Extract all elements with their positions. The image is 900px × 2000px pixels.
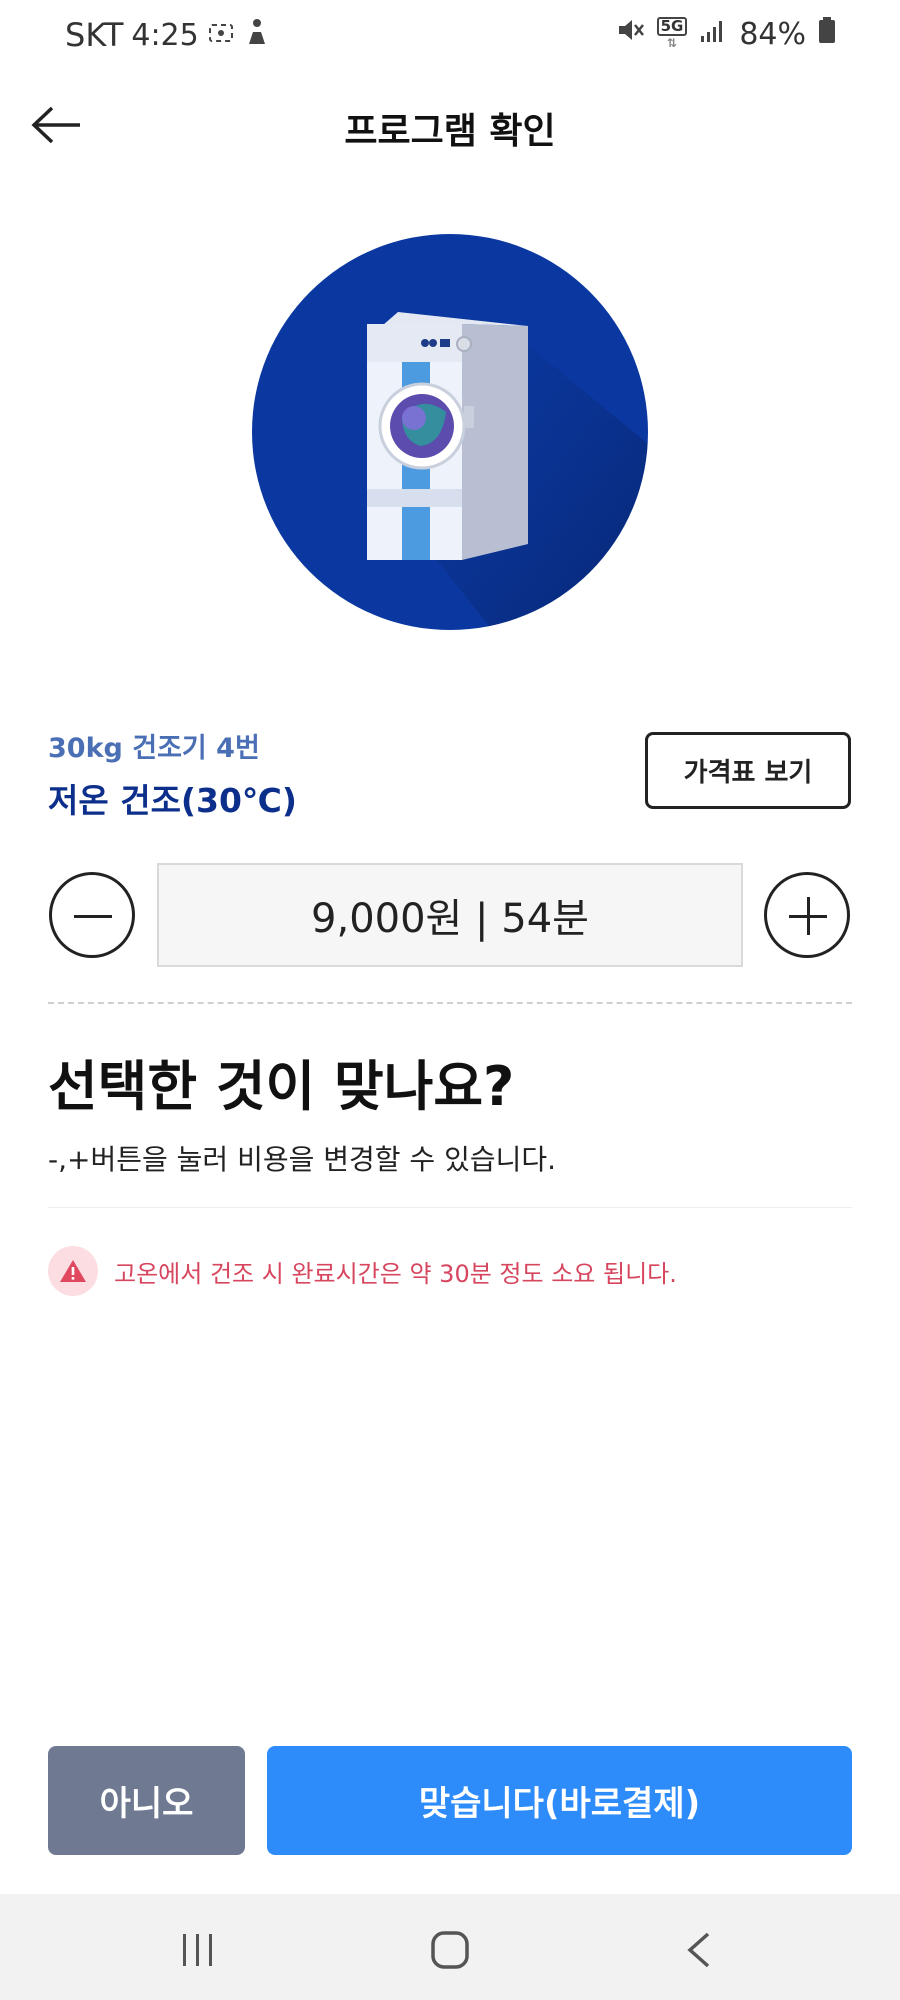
confirm-pay-button[interactable]: 맞습니다(바로결제) [267, 1746, 852, 1855]
dryer-illustration [367, 312, 648, 630]
clock: 4:25 [131, 17, 199, 53]
confirm-question: 선택한 것이 맞나요? [48, 1055, 515, 1118]
mute-icon [615, 16, 645, 52]
dashed-divider [48, 1002, 852, 1004]
battery-label: 84% [739, 16, 806, 52]
decrease-button[interactable] [49, 872, 135, 958]
recent-apps-icon[interactable] [178, 1932, 218, 1968]
status-bar: SKT 4:25 5G ⇅ 84% [0, 0, 900, 76]
system-nav-bar [0, 1894, 900, 2000]
network-5g-icon: 5G ⇅ [656, 17, 688, 51]
warning-icon [48, 1246, 98, 1296]
home-icon[interactable] [430, 1930, 470, 1970]
machine-subtitle: 30kg 건조기 4번 [48, 733, 260, 764]
signal-icon [699, 17, 727, 52]
divider [48, 1207, 852, 1208]
nav-back-icon[interactable] [684, 1930, 714, 1970]
status-left: SKT 4:25 [65, 16, 269, 54]
page-title: 프로그램 확인 [344, 111, 556, 152]
dryer-hero [252, 234, 648, 630]
screen-record-icon [207, 16, 235, 54]
no-button[interactable]: 아니오 [48, 1746, 245, 1855]
network-label: 5G [656, 17, 688, 36]
price-duration-value: 9,000원 | 54분 [311, 896, 589, 942]
program-name: 저온 건조(30℃) [48, 781, 297, 820]
helper-text: -,+버튼을 눌러 비용을 변경할 수 있습니다. [48, 1143, 557, 1176]
status-right: 5G ⇅ 84% [615, 16, 836, 52]
increase-button[interactable] [764, 872, 850, 958]
accessibility-icon [243, 16, 269, 54]
price-duration-display: 9,000원 | 54분 [157, 863, 743, 967]
data-arrows-icon: ⇅ [666, 36, 677, 50]
app-header: 프로그램 확인 [0, 80, 900, 170]
price-table-button[interactable]: 가격표 보기 [645, 732, 851, 809]
battery-icon [818, 16, 836, 52]
warning-text: 고온에서 건조 시 완료시간은 약 30분 정도 소요 됩니다. [114, 1259, 677, 1288]
carrier-label: SKT [65, 16, 124, 54]
warning-notice: 고온에서 건조 시 완료시간은 약 30분 정도 소요 됩니다. [48, 1246, 677, 1296]
